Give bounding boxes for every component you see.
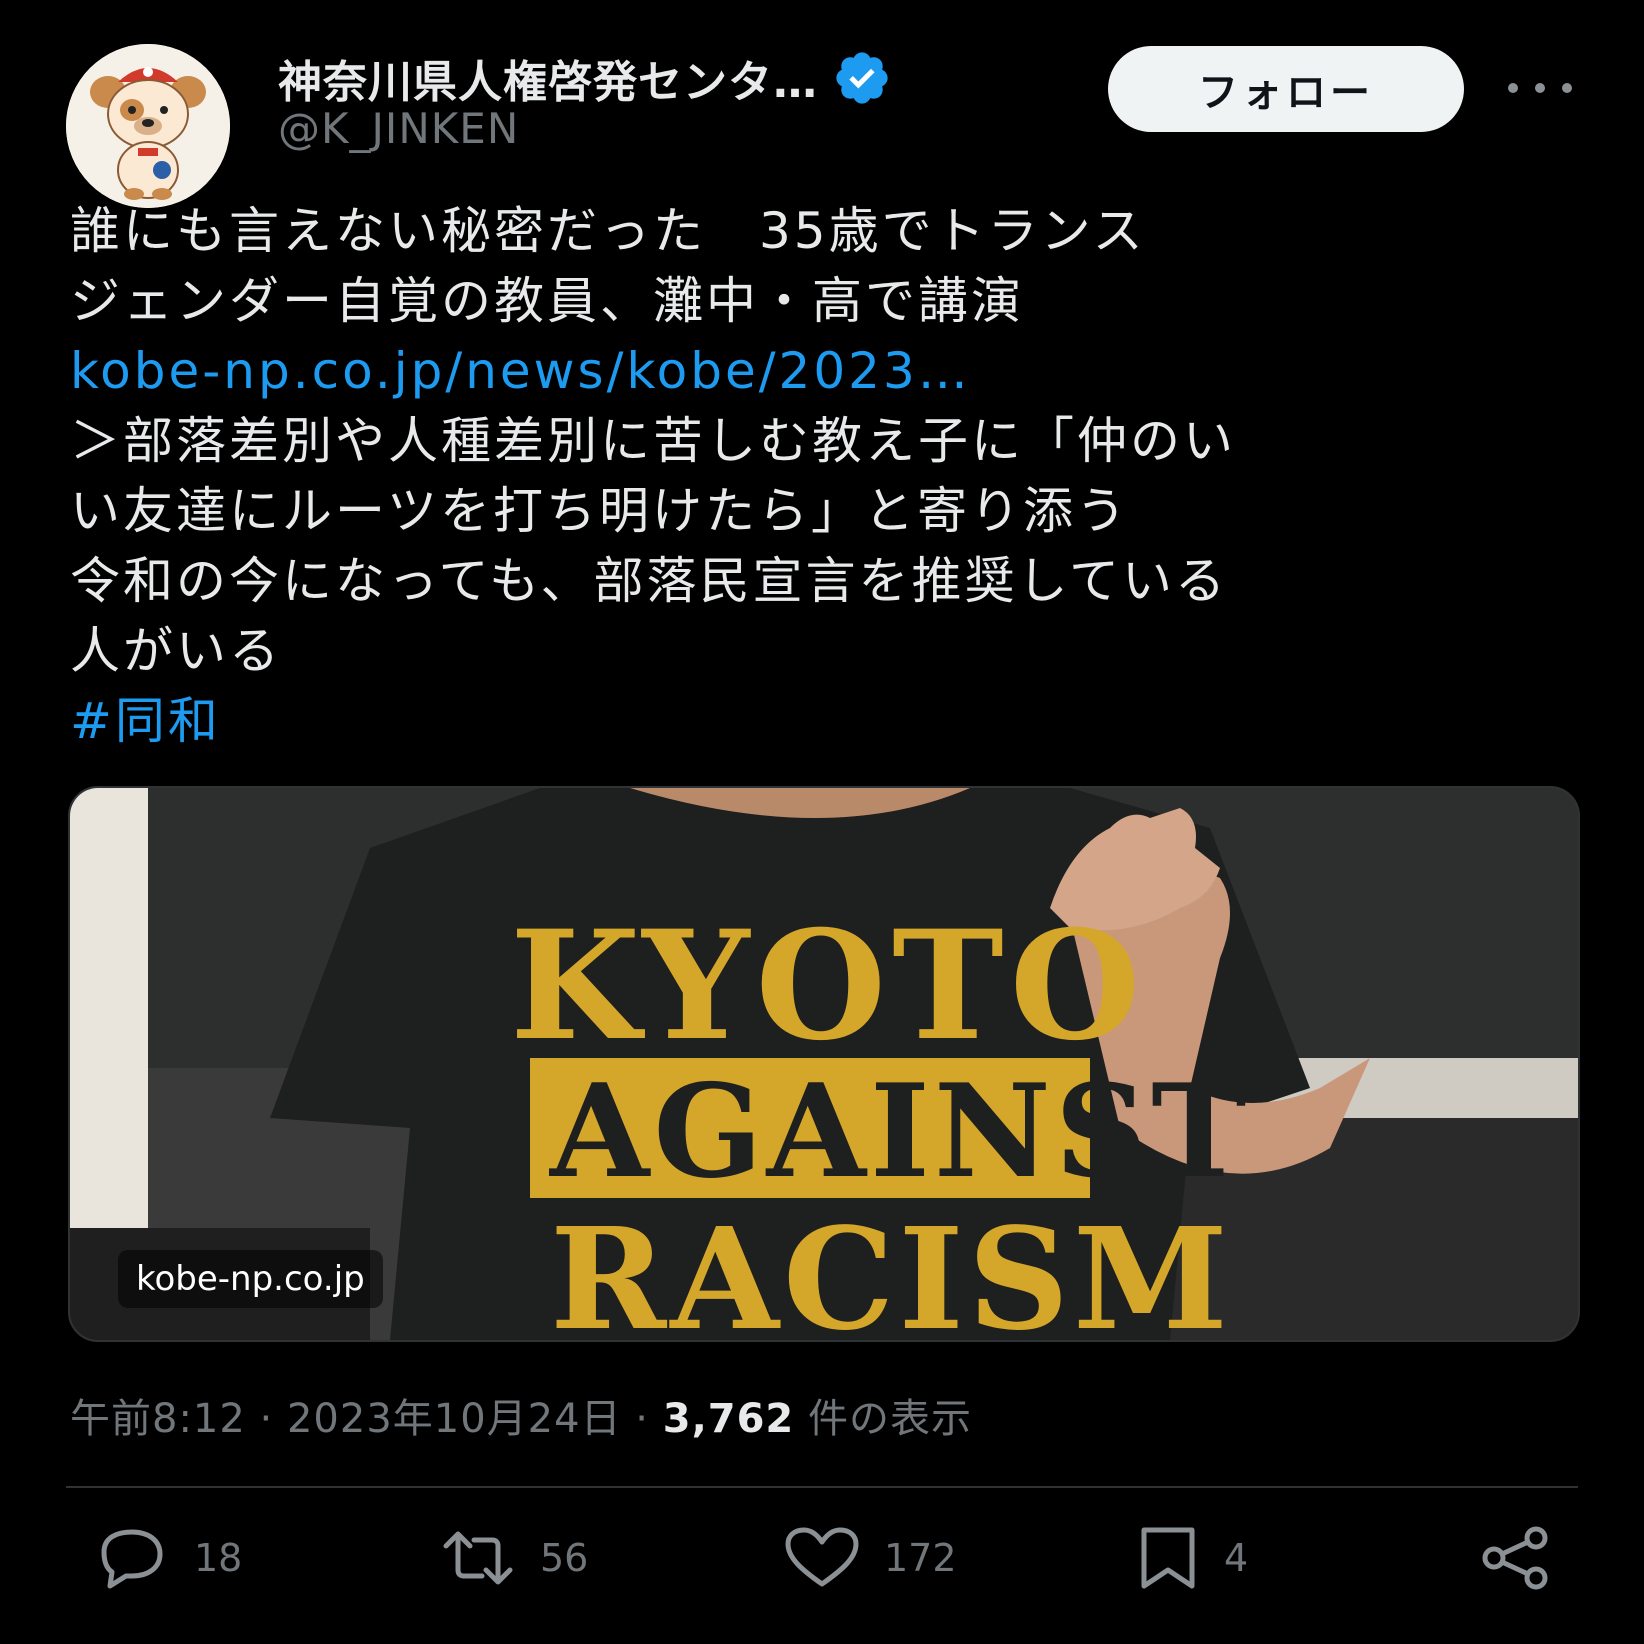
shirt-print-against: AGAINST <box>549 1057 1251 1207</box>
shirt-print-racism: RACISM <box>550 1198 1232 1340</box>
share-icon <box>1482 1526 1548 1590</box>
tweet-meta: 午前8:12 · 2023年10月24日 · 3,762 件の表示 <box>70 1386 972 1444</box>
tweet-text-line: 令和の今になっても、部落民宣言を推奨している <box>70 552 1228 610</box>
heart-icon <box>785 1527 859 1587</box>
like-count: 172 <box>884 1536 957 1580</box>
tweet-text-line: 誰にも言えない秘密だった 35歳でトランス <box>70 202 1146 260</box>
verified-badge-icon <box>836 52 888 104</box>
tweet-time[interactable]: 午前8:12 <box>70 1396 246 1442</box>
tweet-text-line: ジェンダー自覚の教員、灘中・高で講演 <box>70 272 1024 330</box>
display-name[interactable]: 神奈川県人権啓発センタ… <box>278 46 818 110</box>
media-domain-badge: kobe-np.co.jp <box>118 1250 383 1308</box>
reply-button[interactable]: 18 <box>92 1526 242 1590</box>
meta-separator: · <box>635 1396 650 1442</box>
more-options-icon[interactable] <box>1508 68 1572 108</box>
share-button[interactable] <box>1478 1526 1552 1590</box>
name-row: 神奈川県人権啓発センタ… <box>278 46 892 110</box>
handle[interactable]: @K_JINKEN <box>278 104 519 153</box>
bookmark-button[interactable]: 4 <box>1134 1526 1248 1590</box>
hashtag-link[interactable]: #同和 <box>70 686 1590 756</box>
reply-icon <box>101 1529 163 1589</box>
like-button[interactable]: 172 <box>782 1526 957 1590</box>
retweet-count: 56 <box>540 1536 589 1580</box>
tweet-date[interactable]: 2023年10月24日 <box>287 1396 622 1442</box>
tweet-text-line: い友達にルーツを打ち明けたら」と寄り添う <box>70 482 1129 540</box>
reply-count: 18 <box>194 1536 243 1580</box>
follow-button[interactable]: フォロー <box>1108 46 1464 132</box>
shirt-print-kyoto: KYOTO <box>510 898 1146 1074</box>
meta-separator: · <box>259 1396 274 1442</box>
bookmark-icon <box>1141 1527 1195 1589</box>
tweet-text: 誰にも言えない秘密だった 35歳でトランス ジェンダー自覚の教員、灘中・高で講演… <box>70 196 1590 756</box>
tweet-text-line: ＞部落差別や人種差別に苦しむ教え子に「仲のい <box>70 412 1236 470</box>
views-label: 件の表示 <box>807 1396 972 1442</box>
retweet-icon <box>443 1531 513 1585</box>
tweet: 神奈川県人権啓発センタ… @K_JINKEN フォロー 誰にも言えない秘密だった… <box>0 0 1644 1644</box>
divider <box>66 1486 1578 1488</box>
avatar[interactable] <box>66 44 230 208</box>
link-card-media[interactable]: KYOTO AGAINST RACISM kobe-np.co.jp <box>68 786 1580 1342</box>
tweet-text-line: 人がいる <box>70 622 282 680</box>
bulldog-mascot-avatar <box>66 44 230 208</box>
bookmark-count: 4 <box>1224 1536 1249 1580</box>
article-link[interactable]: kobe-np.co.jp/news/kobe/2023… <box>70 336 1590 406</box>
views-count: 3,762 <box>662 1396 795 1442</box>
retweet-button[interactable]: 56 <box>438 1526 588 1590</box>
